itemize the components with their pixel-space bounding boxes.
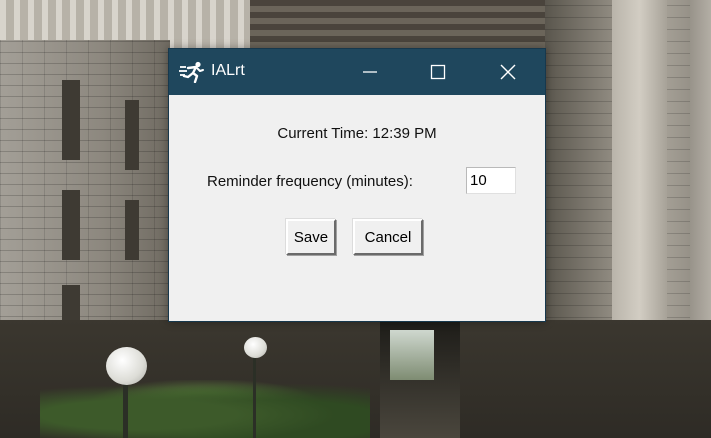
current-time-label: Current Time: 12:39 PM	[277, 125, 437, 142]
save-button[interactable]: Save	[286, 219, 336, 255]
reminder-frequency-input[interactable]	[466, 167, 516, 194]
close-icon	[500, 64, 516, 80]
close-button[interactable]	[485, 49, 531, 95]
running-person-icon	[179, 61, 205, 84]
reminder-frequency-label: Reminder frequency (minutes):	[207, 173, 413, 190]
window-title: IALrt	[211, 62, 245, 79]
dialog-body: Current Time: 12:39 PM Reminder frequenc…	[169, 95, 545, 320]
title-bar[interactable]: IALrt	[169, 49, 545, 95]
maximize-button[interactable]	[415, 49, 461, 95]
cancel-button[interactable]: Cancel	[353, 219, 423, 255]
ialrt-dialog: IALrt Current Time: 12:39 PM Reminder fr…	[168, 48, 546, 322]
minimize-button[interactable]	[347, 49, 393, 95]
minimize-icon	[363, 71, 377, 73]
maximize-icon	[430, 64, 446, 80]
